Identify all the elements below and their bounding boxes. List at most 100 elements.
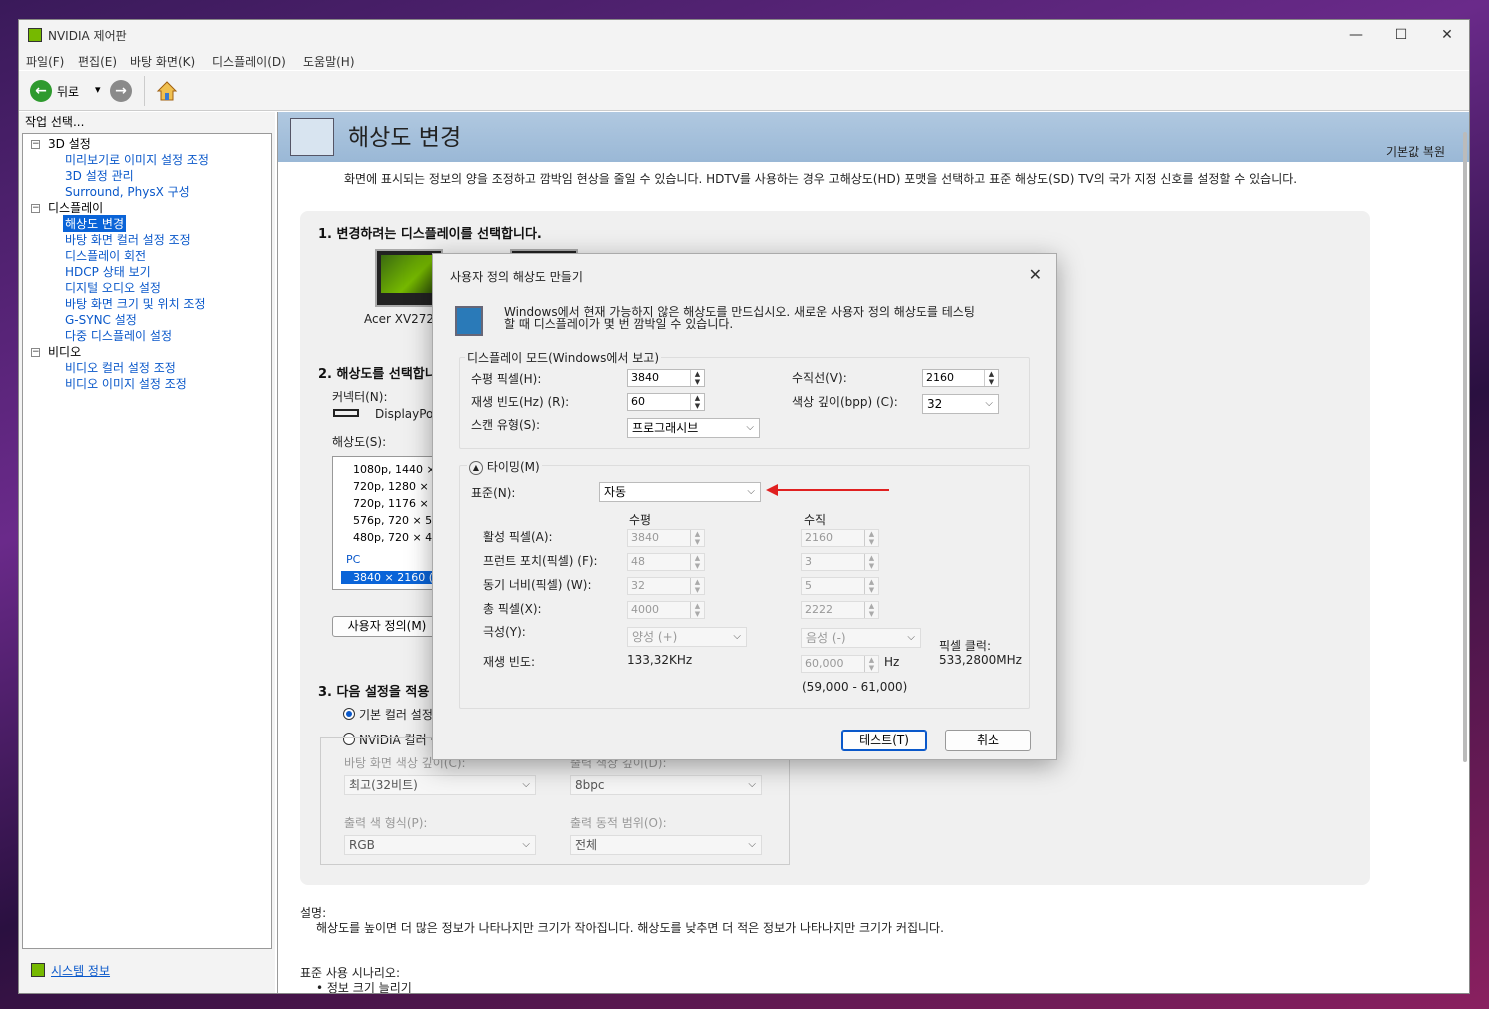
menu-file[interactable]: 파일(F) (26, 53, 64, 70)
active-h-input[interactable]: 3840 ▲ ▼ (627, 529, 705, 547)
dialog-close-icon[interactable]: ✕ (1029, 265, 1042, 284)
tree-preview-image-settings[interactable]: 미리보기로 이미지 설정 조정 (65, 151, 209, 168)
desktop-color-depth-select[interactable]: 최고(32비트) ⌵ (344, 775, 536, 795)
tree-change-resolution[interactable]: 해상도 변경 (63, 215, 127, 232)
list-item-selected[interactable]: 3840 × 2160 ( (341, 571, 441, 584)
task-panel-header: 작업 선택... (25, 115, 85, 129)
page-banner: 해상도 변경 기본값 복원 (278, 112, 1469, 162)
output-color-format-label: 출력 색 형식(P): (344, 816, 428, 830)
output-dynamic-range-label: 출력 동적 범위(O): (570, 816, 667, 830)
explanation-text: 해상도를 높이면 더 많은 정보가 나타나지만 크기가 작아집니다. 해상도를 … (316, 921, 944, 935)
front-porch-h-input[interactable]: 48 ▲ ▼ (627, 553, 705, 571)
menu-display[interactable]: 디스플레이(D) (212, 53, 286, 70)
task-tree: − 3D 설정 미리보기로 이미지 설정 조정 3D 설정 관리 Surroun… (22, 133, 272, 949)
collapse-icon[interactable]: − (31, 204, 40, 213)
menu-edit[interactable]: 편집(E) (78, 53, 117, 70)
dialog-title: 사용자 정의 해상도 만들기 (450, 270, 583, 284)
collapse-icon[interactable]: − (31, 140, 40, 149)
nvidia-logo-icon (28, 28, 42, 42)
color-depth-label: 색상 깊이(bpp) (C): (792, 395, 898, 409)
resolution-label: 해상도(S): (332, 435, 387, 449)
tree-desktop-size[interactable]: 바탕 화면 크기 및 위치 조정 (65, 295, 206, 312)
sync-width-h-input[interactable]: 32 ▲ ▼ (627, 577, 705, 595)
v-lines-input[interactable]: 2160 ▲ ▼ (922, 369, 999, 387)
step2-heading: 2. 해상도를 선택합니 (318, 367, 437, 382)
total-h-input[interactable]: 4000 ▲ ▼ (627, 601, 705, 619)
back-arrow-icon[interactable]: ← (30, 80, 52, 102)
standard-select[interactable]: 자동 ⌵ (599, 482, 761, 502)
custom-resolution-dialog: 사용자 정의 해상도 만들기 ✕ Windows에서 현재 가능하지 않은 해상… (432, 253, 1057, 760)
system-info-icon (31, 963, 45, 977)
scan-type-select[interactable]: 프로그래시브 ⌵ (627, 418, 760, 438)
output-dynamic-range-select[interactable]: 전체 ⌵ (570, 835, 762, 855)
scan-type-label: 스캔 유형(S): (471, 418, 540, 432)
refresh-v-unit: Hz (884, 655, 900, 669)
maximize-button[interactable]: ☐ (1386, 24, 1416, 46)
v-lines-label: 수직선(V): (792, 371, 847, 385)
front-porch-v-input[interactable]: 3 ▲ ▼ (801, 553, 879, 571)
tree-hdcp-status[interactable]: HDCP 상태 보기 (65, 263, 151, 280)
h-pixels-input[interactable]: 3840 ▲ ▼ (627, 369, 705, 387)
resolution-list[interactable]: 1080p, 1440 × 720p, 1280 × 7 720p, 1176 … (332, 456, 442, 590)
tree-desktop-color[interactable]: 바탕 화면 컬러 설정 조정 (65, 231, 191, 248)
collapse-timing-icon[interactable]: ▲ (469, 460, 483, 475)
home-icon[interactable] (156, 80, 178, 102)
scenario-item: • 정보 크기 늘리기 (316, 981, 412, 994)
title-bar: NVIDIA 제어판 — ☐ ✕ (19, 20, 1469, 50)
menu-bar: 파일(F) 편집(E) 바탕 화면(K) 디스플레이(D) 도움말(H) (19, 50, 1469, 70)
close-button[interactable]: ✕ (1432, 24, 1462, 46)
default-color-radio[interactable] (343, 708, 355, 720)
tree-video-color[interactable]: 비디오 컬러 설정 조정 (65, 359, 176, 376)
tree-manage-3d-settings[interactable]: 3D 설정 관리 (65, 167, 134, 184)
custom-resolution-button[interactable]: 사용자 정의(M) (332, 616, 442, 637)
active-v-input[interactable]: 2160 ▲ ▼ (801, 529, 879, 547)
default-color-label: 기본 컬러 설정 (359, 708, 433, 722)
pixel-clock-label: 픽셀 클럭: (939, 639, 992, 653)
polarity-h-select[interactable]: 양성 (+) ⌵ (627, 627, 747, 647)
list-item[interactable]: 1080p, 1440 × (353, 463, 436, 476)
polarity-v-select[interactable]: 음성 (-) ⌵ (801, 628, 921, 648)
tree-3d-settings[interactable]: 3D 설정 (48, 135, 91, 152)
tree-rotate-display[interactable]: 디스플레이 회전 (65, 247, 146, 264)
menu-help[interactable]: 도움말(H) (303, 53, 355, 70)
list-item[interactable]: 720p, 1280 × 7 (353, 480, 439, 493)
refresh-v-range: (59,000 - 61,000) (802, 680, 908, 694)
tree-gsync[interactable]: G-SYNC 설정 (65, 311, 137, 328)
tree-surround-physx[interactable]: Surround, PhysX 구성 (65, 183, 190, 200)
tree-multi-display[interactable]: 다중 디스플레이 설정 (65, 327, 172, 344)
list-item[interactable]: 576p, 720 × 57 (353, 514, 439, 527)
list-item[interactable]: 480p, 720 × 48 (353, 531, 439, 544)
timing-group-title: 타이밍(M) (486, 460, 540, 474)
forward-arrow-icon[interactable]: → (110, 80, 132, 102)
polarity-label: 극성(Y): (483, 625, 526, 639)
back-dropdown-icon[interactable]: ▾ (95, 83, 101, 96)
total-v-input[interactable]: 2222 ▲ ▼ (801, 601, 879, 619)
monitor-settings-icon (455, 306, 483, 336)
tree-digital-audio[interactable]: 디지털 오디오 설정 (65, 279, 161, 296)
test-button[interactable]: 테스트(T) (841, 730, 927, 751)
annotation-arrow-icon (766, 484, 778, 496)
restore-defaults-link[interactable]: 기본값 복원 (1386, 143, 1445, 160)
step3-heading: 3. 다음 설정을 적용 (318, 685, 430, 700)
displayport-icon (333, 409, 359, 417)
front-porch-label: 프런트 포치(픽셀) (F): (483, 554, 598, 568)
menu-desktop[interactable]: 바탕 화면(K) (130, 53, 195, 70)
refresh-v-input[interactable]: 60,000 ▲ ▼ (801, 655, 879, 673)
display-mode-group-title: 디스플레이 모드(Windows에서 보고) (465, 349, 661, 366)
cancel-button[interactable]: 취소 (945, 730, 1031, 751)
sync-width-v-input[interactable]: 5 ▲ ▼ (801, 577, 879, 595)
minimize-button[interactable]: — (1341, 24, 1371, 46)
output-color-depth-select[interactable]: 8bpc ⌵ (570, 775, 762, 795)
page-description: 화면에 표시되는 정보의 양을 조정하고 깜박임 현상을 줄일 수 있습니다. … (344, 172, 1298, 186)
color-depth-select[interactable]: 32 ⌵ (922, 394, 999, 414)
refresh-rate-input[interactable]: 60 ▲ ▼ (627, 393, 705, 411)
tree-video-image[interactable]: 비디오 이미지 설정 조정 (65, 375, 187, 392)
output-color-format-select[interactable]: RGB ⌵ (344, 835, 536, 855)
tree-display[interactable]: 디스플레이 (48, 199, 103, 216)
system-info-link[interactable]: 시스템 정보 (51, 962, 110, 979)
scrollbar[interactable] (1463, 132, 1467, 762)
back-button-label[interactable]: 뒤로 (57, 83, 79, 100)
list-item[interactable]: 720p, 1176 × 6 (353, 497, 439, 510)
tree-video[interactable]: 비디오 (48, 343, 81, 360)
collapse-icon[interactable]: − (31, 348, 40, 357)
